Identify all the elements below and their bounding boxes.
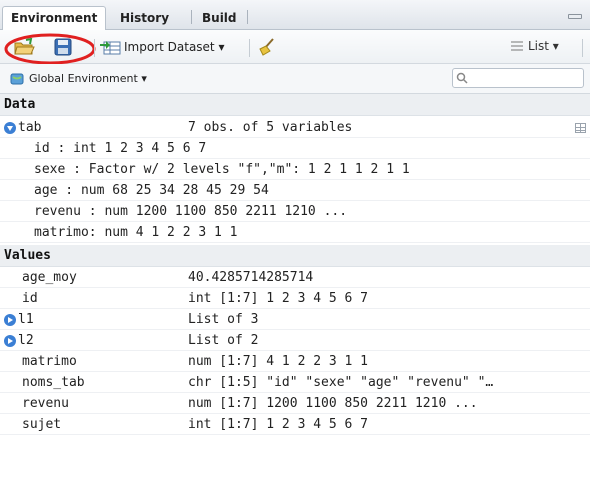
environment-toolbar: Import Dataset ▾ List ▾ bbox=[0, 30, 590, 65]
value-row-l1[interactable]: l1 List of 3 bbox=[0, 310, 590, 330]
search-icon bbox=[456, 72, 468, 84]
object-value: num [1:7] 4 1 2 2 3 1 1 bbox=[188, 354, 369, 369]
object-value: num [1:7] 1200 1100 850 2211 1210 ... bbox=[188, 396, 478, 411]
view-mode-label: List ▾ bbox=[528, 39, 559, 53]
value-row-age-moy[interactable]: age_moy 40.4285714285714 bbox=[0, 268, 590, 288]
object-name: l2 bbox=[18, 333, 34, 348]
values-section-header: Values bbox=[0, 245, 590, 267]
clear-workspace-button[interactable] bbox=[257, 38, 277, 56]
data-field-row: age : num 68 25 34 28 45 29 54 bbox=[0, 181, 590, 201]
object-value: int [1:7] 1 2 3 4 5 6 7 bbox=[188, 417, 369, 432]
object-name: noms_tab bbox=[22, 375, 85, 390]
list-view-icon bbox=[511, 41, 523, 51]
toolbar-divider bbox=[249, 39, 250, 57]
value-row-sujet[interactable]: sujet int [1:7] 1 2 3 4 5 6 7 bbox=[0, 415, 590, 435]
object-value: chr [1:5] "id" "sexe" "age" "revenu" "… bbox=[188, 375, 494, 390]
environment-scope-label: Global Environment ▾ bbox=[29, 71, 147, 85]
value-row-l2[interactable]: l2 List of 2 bbox=[0, 331, 590, 351]
object-value: List of 2 bbox=[188, 333, 259, 348]
environment-scope-bar: Global Environment ▾ bbox=[0, 64, 590, 94]
toolbar-divider bbox=[582, 39, 583, 57]
object-name: age_moy bbox=[22, 270, 77, 285]
tab-build[interactable]: Build bbox=[193, 6, 246, 30]
expand-toggle-icon[interactable] bbox=[4, 335, 16, 347]
tab-environment[interactable]: Environment bbox=[2, 6, 107, 31]
environment-scope-dropdown[interactable]: Global Environment ▾ bbox=[10, 71, 147, 85]
object-value: int [1:7] 1 2 3 4 5 6 7 bbox=[188, 291, 369, 306]
environment-search-input[interactable] bbox=[452, 68, 584, 88]
pane-tabbar: Environment History Build bbox=[0, 0, 590, 31]
globe-environment-icon bbox=[10, 73, 24, 85]
data-section-header: Data bbox=[0, 94, 590, 116]
tab-divider bbox=[191, 10, 192, 24]
open-folder-icon bbox=[14, 38, 35, 55]
value-row-revenu[interactable]: revenu num [1:7] 1200 1100 850 2211 1210… bbox=[0, 394, 590, 414]
value-row-id[interactable]: id int [1:7] 1 2 3 4 5 6 7 bbox=[0, 289, 590, 309]
expand-toggle-icon[interactable] bbox=[4, 314, 16, 326]
view-table-icon[interactable] bbox=[575, 123, 586, 133]
import-table-icon bbox=[100, 41, 121, 55]
object-name: tab bbox=[18, 120, 42, 135]
data-row-tab[interactable]: tab 7 obs. of 5 variables bbox=[0, 118, 590, 138]
value-row-noms-tab[interactable]: noms_tab chr [1:5] "id" "sexe" "age" "re… bbox=[0, 373, 590, 393]
object-name: matrimo bbox=[22, 354, 77, 369]
field-structure: matrimo: num 4 1 2 2 3 1 1 bbox=[34, 225, 238, 240]
field-structure: age : num 68 25 34 28 45 29 54 bbox=[34, 183, 269, 198]
object-summary: 7 obs. of 5 variables bbox=[188, 120, 353, 135]
toolbar-divider bbox=[94, 39, 95, 57]
object-name: l1 bbox=[18, 312, 34, 327]
field-structure: id : int 1 2 3 4 5 6 7 bbox=[34, 141, 207, 156]
data-field-row: matrimo: num 4 1 2 2 3 1 1 bbox=[0, 223, 590, 243]
object-name: sujet bbox=[22, 417, 62, 432]
collapse-toggle-icon[interactable] bbox=[4, 122, 16, 134]
save-workspace-button[interactable] bbox=[54, 38, 72, 56]
import-dataset-label: Import Dataset ▾ bbox=[124, 40, 225, 54]
object-value: List of 3 bbox=[188, 312, 259, 327]
broom-icon bbox=[259, 38, 274, 56]
environment-object-list: Data tab 7 obs. of 5 variables id : int … bbox=[0, 94, 590, 484]
data-field-row: revenu : num 1200 1100 850 2211 1210 ... bbox=[0, 202, 590, 222]
object-value: 40.4285714285714 bbox=[188, 270, 314, 285]
view-mode-dropdown[interactable]: List ▾ bbox=[510, 39, 559, 53]
data-field-row: id : int 1 2 3 4 5 6 7 bbox=[0, 139, 590, 159]
minimize-pane-button[interactable] bbox=[568, 14, 582, 19]
field-structure: sexe : Factor w/ 2 levels "f","m": 1 2 1… bbox=[34, 162, 410, 177]
tab-divider bbox=[247, 10, 248, 24]
object-name: revenu bbox=[22, 396, 69, 411]
save-disk-icon bbox=[54, 38, 72, 56]
value-row-matrimo[interactable]: matrimo num [1:7] 4 1 2 2 3 1 1 bbox=[0, 352, 590, 372]
field-structure: revenu : num 1200 1100 850 2211 1210 ... bbox=[34, 204, 348, 219]
object-name: id bbox=[22, 291, 38, 306]
data-field-row: sexe : Factor w/ 2 levels "f","m": 1 2 1… bbox=[0, 160, 590, 180]
tab-history[interactable]: History bbox=[111, 6, 178, 30]
load-workspace-button[interactable] bbox=[14, 38, 36, 56]
import-dataset-button[interactable]: Import Dataset ▾ bbox=[100, 39, 224, 55]
